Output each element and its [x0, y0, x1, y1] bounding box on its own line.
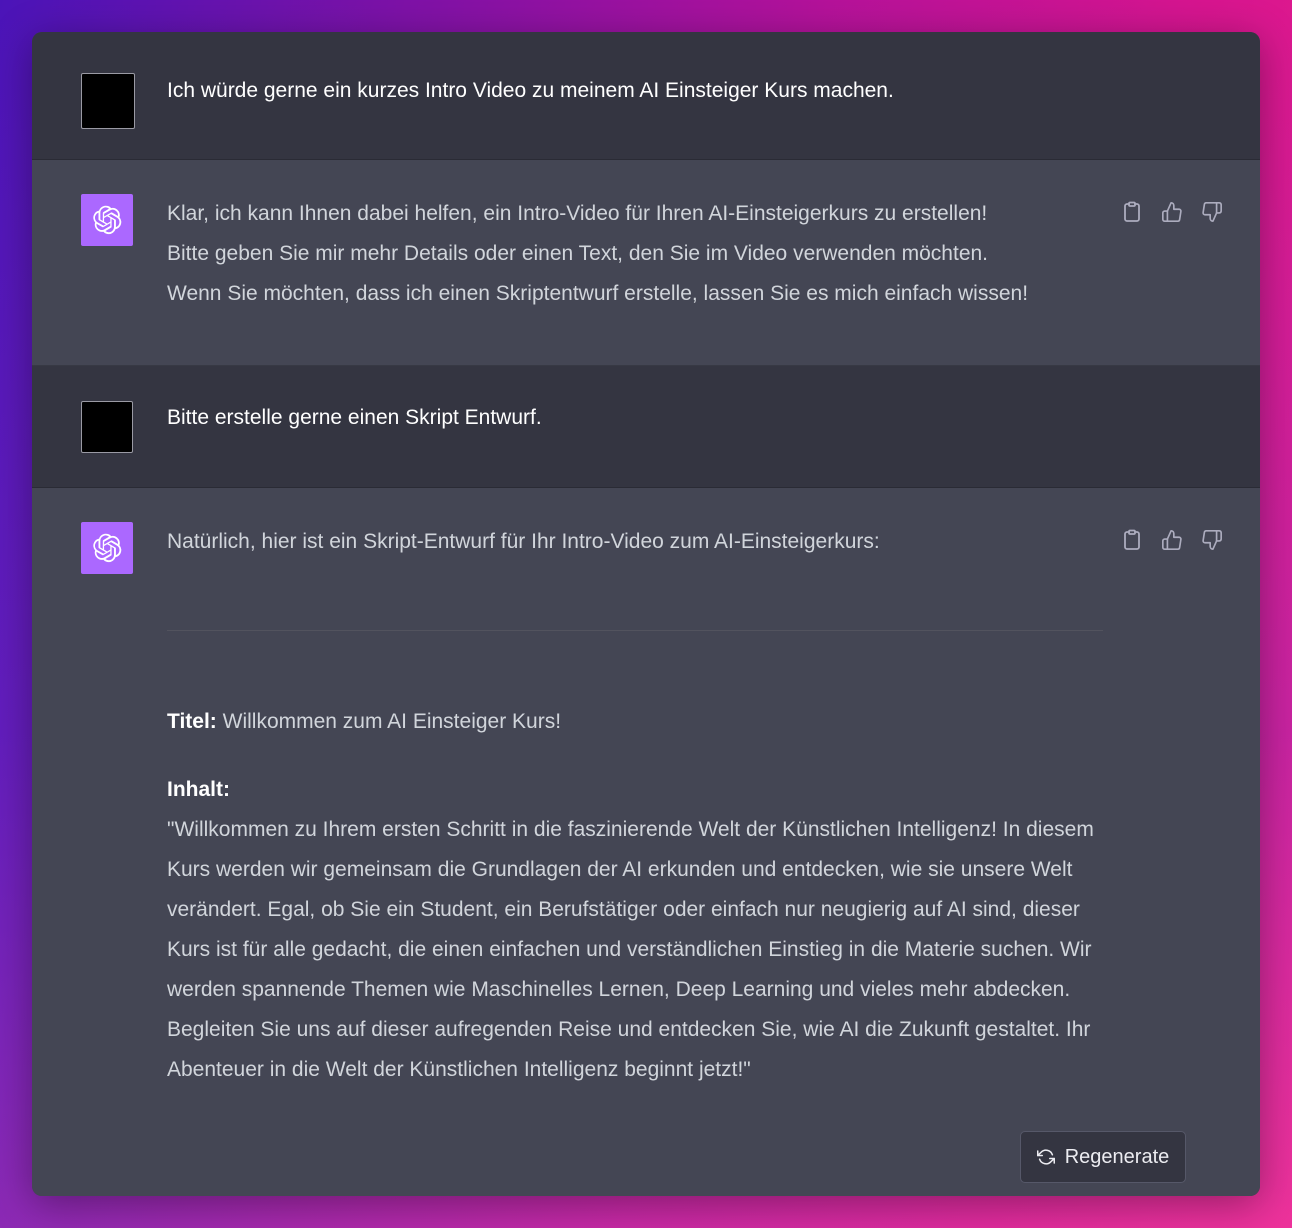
- script-content: "Willkommen zu Ihrem ersten Schritt in d…: [167, 818, 1094, 1081]
- clipboard-icon: [1124, 201, 1140, 222]
- user-message-text: Bitte erstelle gerne einen Skript Entwur…: [167, 406, 542, 429]
- thumbs-down-button[interactable]: [1200, 528, 1224, 552]
- copy-button[interactable]: [1120, 200, 1144, 224]
- thumbs-up-icon: [1162, 530, 1182, 550]
- regenerate-label: Regenerate: [1064, 1145, 1170, 1168]
- assistant-line: Wenn Sie möchten, dass ich einen Skripte…: [167, 282, 1029, 305]
- user-message: Ich würde gerne ein kurzes Intro Video z…: [32, 32, 1260, 160]
- thumbs-up-button[interactable]: [1160, 200, 1184, 224]
- assistant-message: Klar, ich kann Ihnen dabei helfen, ein I…: [32, 160, 1260, 366]
- script-content-label: Inhalt:: [167, 778, 230, 801]
- content-divider: [167, 630, 1103, 631]
- refresh-icon: [1036, 1149, 1055, 1165]
- title-value: Willkommen zum AI Einsteiger Kurs!: [216, 710, 562, 733]
- thumbs-down-button[interactable]: [1200, 200, 1224, 224]
- user-message-text: Ich würde gerne ein kurzes Intro Video z…: [167, 79, 894, 102]
- regenerate-button[interactable]: Regenerate: [1020, 1131, 1186, 1183]
- assistant-line: Bitte geben Sie mir mehr Details oder ei…: [167, 242, 989, 265]
- user-message: Bitte erstelle gerne einen Skript Entwur…: [32, 366, 1260, 488]
- assistant-message-text: Klar, ich kann Ihnen dabei helfen, ein I…: [167, 194, 1107, 314]
- thumbs-down-icon: [1202, 530, 1222, 550]
- title-label: Titel:: [167, 710, 217, 733]
- assistant-intro-text: Natürlich, hier ist ein Skript-Entwurf f…: [167, 530, 880, 553]
- user-avatar: [81, 401, 133, 453]
- copy-button[interactable]: [1120, 528, 1144, 552]
- assistant-avatar: [81, 522, 133, 574]
- clipboard-icon: [1124, 529, 1140, 550]
- message-actions: [1120, 528, 1224, 552]
- message-actions: [1120, 200, 1224, 224]
- openai-logo-icon: [93, 205, 122, 235]
- thumbs-up-icon: [1162, 202, 1182, 222]
- openai-logo-icon: [93, 533, 122, 563]
- thumbs-down-icon: [1202, 202, 1222, 222]
- assistant-avatar: [81, 194, 133, 246]
- user-avatar: [81, 73, 135, 129]
- assistant-message: Natürlich, hier ist ein Skript-Entwurf f…: [32, 488, 1260, 1196]
- assistant-line: Klar, ich kann Ihnen dabei helfen, ein I…: [167, 202, 988, 225]
- thumbs-up-button[interactable]: [1160, 528, 1184, 552]
- script-title: Titel: Willkommen zum AI Einsteiger Kurs…: [167, 702, 1107, 742]
- chat-window: Ich würde gerne ein kurzes Intro Video z…: [32, 32, 1260, 1196]
